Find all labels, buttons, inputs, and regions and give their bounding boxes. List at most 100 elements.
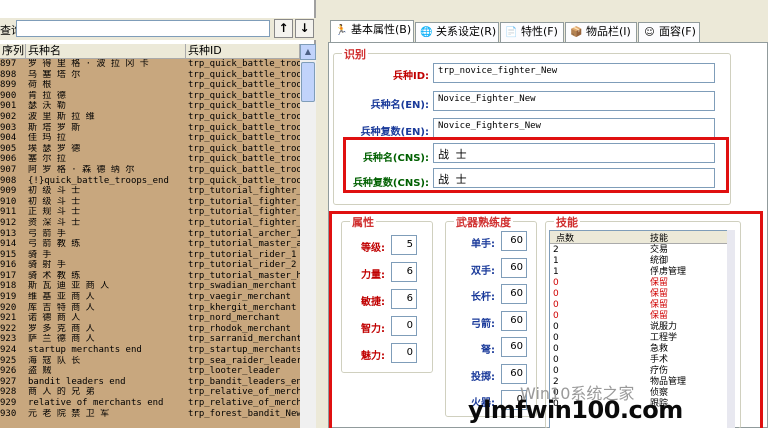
- list-item[interactable]: 927 bandit leaders end trp_bandit_leaders_…: [0, 377, 300, 388]
- list-item[interactable]: 903 斯 塔 罗 斯 trp_quick_battle_troop: [0, 123, 300, 134]
- weapon-label: 长杆:: [471, 292, 495, 303]
- list-item[interactable]: 917 骑 术 教 练 trp_tutorial_master_ho: [0, 271, 300, 282]
- list-cell-name: 肯 拉 德: [28, 90, 66, 101]
- list-item[interactable]: 928 商 人 的 兄 弟 trp_relative_of_merchan: [0, 387, 300, 398]
- list-cell-seq: 918: [0, 281, 17, 292]
- list-item[interactable]: 922 罗 多 克 商 人 trp_rhodok_merchant: [0, 324, 300, 335]
- column-header-name[interactable]: 兵种名: [26, 44, 186, 59]
- list-item[interactable]: 906 塞 尔 拉 trp_quick_battle_troop: [0, 154, 300, 165]
- list-cell-name: 初 级 斗 士: [28, 196, 81, 207]
- list-cell-name: relative of merchants end: [28, 398, 164, 408]
- list-cell-seq: 900: [0, 90, 17, 101]
- list-item[interactable]: 907 阿 罗 格 · 森 德 纳 尔 trp_quick_battle_troop: [0, 165, 300, 176]
- list-item[interactable]: 909 初 级 斗 士 trp_tutorial_fighter_1: [0, 186, 300, 197]
- tab-basic-attributes[interactable]: 🏃 基本属性(B): [330, 20, 414, 42]
- attribute-value-input[interactable]: 0: [391, 343, 417, 363]
- list-cell-seq: 923: [0, 334, 17, 345]
- list-item[interactable]: 911 正 规 斗 士 trp_tutorial_fighter_3: [0, 207, 300, 218]
- attribute-value-input[interactable]: 0: [391, 316, 417, 336]
- list-item[interactable]: 900 肯 拉 德 trp_quick_battle_troop: [0, 91, 300, 102]
- list-item[interactable]: 905 埃 瑟 罗 德 trp_quick_battle_troop: [0, 144, 300, 155]
- list-cell-name: 波 里 斯 拉 维: [28, 111, 95, 122]
- list-item[interactable]: 924 startup merchants end trp_startup_merc…: [0, 345, 300, 356]
- list-cell-name: 乌 塞 塔 尔: [28, 69, 81, 80]
- list-cell-id: trp_quick_battle_troop: [188, 69, 300, 80]
- list-item[interactable]: 916 骑 射 手 trp_tutorial_rider_2: [0, 260, 300, 271]
- search-up-button[interactable]: ↑: [274, 19, 293, 38]
- list-item[interactable]: 918 斯 瓦 迪 亚 商 人 trp_swadian_merchant: [0, 281, 300, 292]
- list-item[interactable]: 910 初 级 斗 士 trp_tutorial_fighter_2: [0, 197, 300, 208]
- list-item[interactable]: 925 海 寇 队 长 trp_sea_raider_leader: [0, 356, 300, 367]
- list-item[interactable]: 912 资 深 斗 士 trp_tutorial_fighter_4: [0, 218, 300, 229]
- list-item[interactable]: 923 萨 兰 德 商 人 trp_sarranid_merchant: [0, 334, 300, 345]
- tab-traits[interactable]: 📄 特性(F): [500, 22, 564, 42]
- list-item[interactable]: 898 乌 塞 塔 尔 trp_quick_battle_troop: [0, 70, 300, 81]
- list-item[interactable]: 920 库 吉 特 商 人 trp_khergit_merchant: [0, 303, 300, 314]
- attribute-value-input[interactable]: 5: [391, 235, 417, 255]
- list-cell-name: 萨 兰 德 商 人: [28, 334, 95, 345]
- weapon-value-input[interactable]: 60: [501, 257, 527, 278]
- tab-inventory[interactable]: 📦 物品栏(I): [565, 22, 637, 42]
- list-item[interactable]: 902 波 里 斯 拉 维 trp_quick_battle_troop: [0, 112, 300, 123]
- list-item[interactable]: 929 relative of merchants end trp_relative…: [0, 398, 300, 409]
- troop-list[interactable]: 897 罗 得 里 格 · 波 拉 冈 卡 trp_quick_battle_tro…: [0, 59, 300, 428]
- attribute-value-input[interactable]: 6: [391, 262, 417, 282]
- weapon-value-input[interactable]: 60: [501, 310, 527, 331]
- list-item[interactable]: 897 罗 得 里 格 · 波 拉 冈 卡 trp_quick_battle_tro…: [0, 59, 300, 70]
- list-cell-name: 弓 箭 教 练: [28, 239, 81, 250]
- list-item[interactable]: 930 元 老 院 禁 卫 军 trp_forest_bandit_New: [0, 409, 300, 420]
- weapon-value-input[interactable]: 60: [501, 337, 527, 357]
- scroll-up-icon[interactable]: ▲: [300, 44, 316, 60]
- list-cell-seq: 917: [0, 270, 17, 281]
- search-input[interactable]: [16, 20, 270, 37]
- list-cell-name: 诺 德 商 人: [28, 313, 81, 324]
- column-header-id[interactable]: 兵种ID: [186, 44, 300, 59]
- list-item[interactable]: 901 瑟 沃 勒 trp_quick_battle_troop: [0, 101, 300, 112]
- list-cell-seq: 897: [0, 59, 17, 69]
- list-item[interactable]: 913 弓 箭 手 trp_tutorial_archer_1: [0, 229, 300, 240]
- list-cell-seq: 906: [0, 154, 17, 165]
- plural-en-label: 兵种复数(EN):: [360, 127, 429, 138]
- list-cell-id: trp_quick_battle_troop: [188, 101, 300, 112]
- list-cell-id: trp_rhodok_merchant: [188, 323, 291, 334]
- name-en-field[interactable]: Novice_Fighter_New: [433, 91, 715, 111]
- list-cell-name: 元 老 院 禁 卫 军: [28, 408, 110, 419]
- tab-relations[interactable]: 🌐 关系设定(R): [415, 22, 499, 42]
- weapon-value-input[interactable]: 60: [501, 284, 527, 304]
- list-cell-id: trp_tutorial_fighter_4: [188, 217, 300, 228]
- list-item[interactable]: 926 盗 贼 trp_looter_leader: [0, 366, 300, 377]
- list-cell-name: 斯 瓦 迪 亚 商 人: [28, 281, 110, 292]
- list-cell-seq: 899: [0, 80, 17, 91]
- list-cell-id: trp_forest_bandit_New: [188, 408, 300, 419]
- list-scrollbar[interactable]: ▲: [300, 44, 316, 428]
- list-item[interactable]: 921 诺 德 商 人 trp_nord_merchant: [0, 313, 300, 324]
- list-cell-seq: 901: [0, 101, 17, 112]
- list-cell-seq: 924: [0, 345, 17, 356]
- list-cell-name: 罗 多 克 商 人: [28, 323, 95, 334]
- list-cell-id: trp_quick_battle_troop: [188, 164, 300, 175]
- attribute-value-input[interactable]: 6: [391, 289, 417, 309]
- search-down-button[interactable]: ↓: [295, 19, 314, 38]
- list-cell-name: {!}quick_battle_troops_end: [28, 175, 169, 186]
- list-item[interactable]: 919 维 基 亚 商 人 trp_vaegir_merchant: [0, 292, 300, 303]
- list-cell-id: trp_quick_battle_troop: [188, 175, 300, 186]
- weapon-value-input[interactable]: 60: [501, 231, 527, 251]
- list-item[interactable]: 908 {!}quick_battle_troops_end trp_quick_b…: [0, 176, 300, 187]
- tab-face[interactable]: ☺ 面容(F): [638, 22, 700, 42]
- list-cell-seq: 911: [0, 207, 17, 218]
- column-header-seq[interactable]: 序列: [0, 44, 26, 59]
- scrollbar-thumb[interactable]: [301, 62, 315, 102]
- list-cell-seq: 919: [0, 292, 17, 303]
- list-cell-id: trp_nord_merchant: [188, 313, 281, 324]
- list-item[interactable]: 915 骑 手 trp_tutorial_rider_1: [0, 250, 300, 261]
- troop-id-field[interactable]: trp_novice_fighter_New: [433, 63, 715, 83]
- list-item[interactable]: 914 弓 箭 教 练 trp_tutorial_master_ar: [0, 239, 300, 250]
- list-item[interactable]: 904 佳 玛 拉 trp_quick_battle_troop: [0, 133, 300, 144]
- box-icon: 📦: [570, 26, 583, 38]
- list-cell-id: trp_swadian_merchant: [188, 281, 297, 292]
- person-icon: 🏃: [335, 24, 348, 36]
- list-item[interactable]: 899 荷 根 trp_quick_battle_troop: [0, 80, 300, 91]
- list-cell-seq: 907: [0, 164, 17, 175]
- plural-en-field[interactable]: Novice_Fighters_New: [433, 118, 715, 138]
- list-cell-name: 瑟 沃 勒: [28, 101, 66, 112]
